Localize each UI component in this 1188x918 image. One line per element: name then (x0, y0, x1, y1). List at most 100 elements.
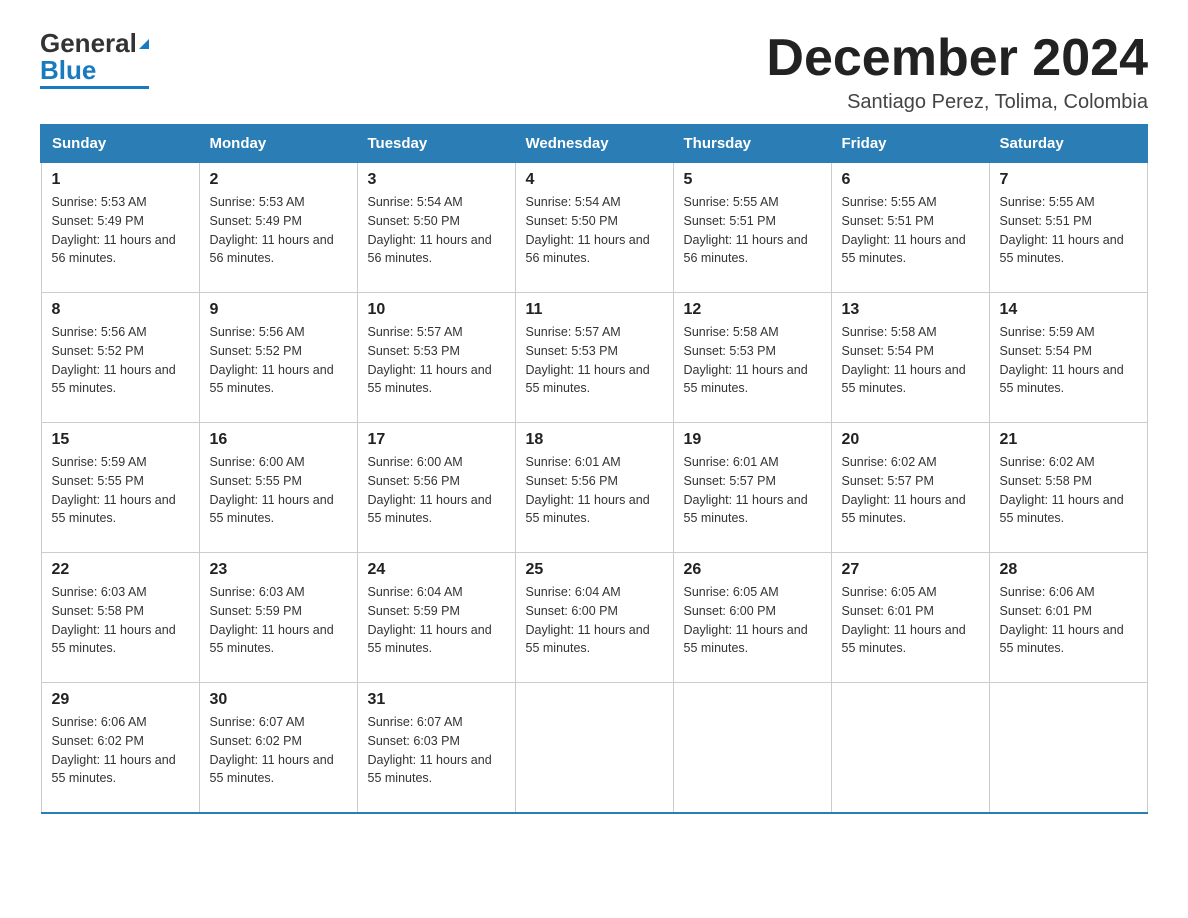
calendar-cell: 5 Sunrise: 5:55 AMSunset: 5:51 PMDayligh… (673, 163, 831, 293)
day-info: Sunrise: 5:56 AMSunset: 5:52 PMDaylight:… (210, 323, 347, 398)
day-info: Sunrise: 5:59 AMSunset: 5:54 PMDaylight:… (1000, 323, 1137, 398)
day-number: 30 (210, 691, 347, 709)
calendar-cell: 11 Sunrise: 5:57 AMSunset: 5:53 PMDaylig… (515, 293, 673, 423)
day-number: 9 (210, 301, 347, 319)
day-number: 22 (52, 561, 189, 579)
calendar-cell: 1 Sunrise: 5:53 AMSunset: 5:49 PMDayligh… (41, 163, 199, 293)
calendar-week-row: 8 Sunrise: 5:56 AMSunset: 5:52 PMDayligh… (41, 293, 1147, 423)
column-header-saturday: Saturday (989, 125, 1147, 163)
calendar-cell: 25 Sunrise: 6:04 AMSunset: 6:00 PMDaylig… (515, 553, 673, 683)
day-info: Sunrise: 5:57 AMSunset: 5:53 PMDaylight:… (526, 323, 663, 398)
calendar-week-row: 22 Sunrise: 6:03 AMSunset: 5:58 PMDaylig… (41, 553, 1147, 683)
calendar-cell: 18 Sunrise: 6:01 AMSunset: 5:56 PMDaylig… (515, 423, 673, 553)
day-info: Sunrise: 5:59 AMSunset: 5:55 PMDaylight:… (52, 453, 189, 528)
day-number: 19 (684, 431, 821, 449)
day-info: Sunrise: 6:02 AMSunset: 5:58 PMDaylight:… (1000, 453, 1137, 528)
day-info: Sunrise: 6:02 AMSunset: 5:57 PMDaylight:… (842, 453, 979, 528)
column-header-thursday: Thursday (673, 125, 831, 163)
calendar-cell: 14 Sunrise: 5:59 AMSunset: 5:54 PMDaylig… (989, 293, 1147, 423)
calendar-week-row: 15 Sunrise: 5:59 AMSunset: 5:55 PMDaylig… (41, 423, 1147, 553)
day-info: Sunrise: 6:01 AMSunset: 5:56 PMDaylight:… (526, 453, 663, 528)
calendar-cell: 15 Sunrise: 5:59 AMSunset: 5:55 PMDaylig… (41, 423, 199, 553)
day-info: Sunrise: 5:55 AMSunset: 5:51 PMDaylight:… (684, 193, 821, 268)
day-number: 25 (526, 561, 663, 579)
column-header-wednesday: Wednesday (515, 125, 673, 163)
day-number: 23 (210, 561, 347, 579)
day-number: 10 (368, 301, 505, 319)
day-number: 20 (842, 431, 979, 449)
logo-underline (40, 86, 149, 89)
day-number: 21 (1000, 431, 1137, 449)
day-info: Sunrise: 6:06 AMSunset: 6:01 PMDaylight:… (1000, 583, 1137, 658)
day-info: Sunrise: 5:58 AMSunset: 5:54 PMDaylight:… (842, 323, 979, 398)
calendar-cell: 28 Sunrise: 6:06 AMSunset: 6:01 PMDaylig… (989, 553, 1147, 683)
day-info: Sunrise: 5:55 AMSunset: 5:51 PMDaylight:… (1000, 193, 1137, 268)
calendar-cell: 23 Sunrise: 6:03 AMSunset: 5:59 PMDaylig… (199, 553, 357, 683)
day-info: Sunrise: 5:55 AMSunset: 5:51 PMDaylight:… (842, 193, 979, 268)
column-header-sunday: Sunday (41, 125, 199, 163)
day-info: Sunrise: 6:03 AMSunset: 5:59 PMDaylight:… (210, 583, 347, 658)
calendar-cell: 13 Sunrise: 5:58 AMSunset: 5:54 PMDaylig… (831, 293, 989, 423)
calendar-cell: 19 Sunrise: 6:01 AMSunset: 5:57 PMDaylig… (673, 423, 831, 553)
calendar-cell: 3 Sunrise: 5:54 AMSunset: 5:50 PMDayligh… (357, 163, 515, 293)
calendar-cell: 6 Sunrise: 5:55 AMSunset: 5:51 PMDayligh… (831, 163, 989, 293)
day-number: 16 (210, 431, 347, 449)
day-info: Sunrise: 5:57 AMSunset: 5:53 PMDaylight:… (368, 323, 505, 398)
calendar-cell (515, 683, 673, 813)
calendar-cell: 8 Sunrise: 5:56 AMSunset: 5:52 PMDayligh… (41, 293, 199, 423)
calendar-cell: 4 Sunrise: 5:54 AMSunset: 5:50 PMDayligh… (515, 163, 673, 293)
day-info: Sunrise: 6:03 AMSunset: 5:58 PMDaylight:… (52, 583, 189, 658)
day-number: 7 (1000, 171, 1137, 189)
day-info: Sunrise: 6:01 AMSunset: 5:57 PMDaylight:… (684, 453, 821, 528)
calendar-cell (989, 683, 1147, 813)
calendar-cell (831, 683, 989, 813)
calendar-cell: 2 Sunrise: 5:53 AMSunset: 5:49 PMDayligh… (199, 163, 357, 293)
day-info: Sunrise: 5:54 AMSunset: 5:50 PMDaylight:… (368, 193, 505, 268)
title-section: December 2024 Santiago Perez, Tolima, Co… (766, 30, 1148, 114)
day-number: 3 (368, 171, 505, 189)
day-info: Sunrise: 6:06 AMSunset: 6:02 PMDaylight:… (52, 713, 189, 788)
calendar-cell: 27 Sunrise: 6:05 AMSunset: 6:01 PMDaylig… (831, 553, 989, 683)
logo-arrow-icon (139, 39, 149, 49)
day-number: 2 (210, 171, 347, 189)
calendar-week-row: 29 Sunrise: 6:06 AMSunset: 6:02 PMDaylig… (41, 683, 1147, 813)
calendar-header-row: SundayMondayTuesdayWednesdayThursdayFrid… (41, 125, 1147, 163)
day-info: Sunrise: 6:05 AMSunset: 6:01 PMDaylight:… (842, 583, 979, 658)
logo: General Blue (40, 30, 149, 89)
calendar-cell: 29 Sunrise: 6:06 AMSunset: 6:02 PMDaylig… (41, 683, 199, 813)
day-number: 17 (368, 431, 505, 449)
day-info: Sunrise: 5:53 AMSunset: 5:49 PMDaylight:… (52, 193, 189, 268)
calendar-cell: 7 Sunrise: 5:55 AMSunset: 5:51 PMDayligh… (989, 163, 1147, 293)
calendar-cell: 26 Sunrise: 6:05 AMSunset: 6:00 PMDaylig… (673, 553, 831, 683)
day-number: 6 (842, 171, 979, 189)
calendar-table: SundayMondayTuesdayWednesdayThursdayFrid… (40, 124, 1148, 814)
day-number: 13 (842, 301, 979, 319)
logo-blue-text: Blue (40, 55, 96, 85)
day-number: 4 (526, 171, 663, 189)
day-number: 12 (684, 301, 821, 319)
calendar-cell: 30 Sunrise: 6:07 AMSunset: 6:02 PMDaylig… (199, 683, 357, 813)
column-header-monday: Monday (199, 125, 357, 163)
calendar-cell: 21 Sunrise: 6:02 AMSunset: 5:58 PMDaylig… (989, 423, 1147, 553)
day-number: 14 (1000, 301, 1137, 319)
calendar-cell: 22 Sunrise: 6:03 AMSunset: 5:58 PMDaylig… (41, 553, 199, 683)
day-number: 11 (526, 301, 663, 319)
logo-general-text: General (40, 28, 137, 58)
location-subtitle: Santiago Perez, Tolima, Colombia (766, 91, 1148, 114)
day-number: 31 (368, 691, 505, 709)
day-number: 27 (842, 561, 979, 579)
day-info: Sunrise: 6:04 AMSunset: 6:00 PMDaylight:… (526, 583, 663, 658)
day-number: 1 (52, 171, 189, 189)
day-info: Sunrise: 6:00 AMSunset: 5:56 PMDaylight:… (368, 453, 505, 528)
column-header-tuesday: Tuesday (357, 125, 515, 163)
day-number: 29 (52, 691, 189, 709)
calendar-cell: 10 Sunrise: 5:57 AMSunset: 5:53 PMDaylig… (357, 293, 515, 423)
calendar-cell (673, 683, 831, 813)
day-info: Sunrise: 6:04 AMSunset: 5:59 PMDaylight:… (368, 583, 505, 658)
day-number: 18 (526, 431, 663, 449)
day-number: 24 (368, 561, 505, 579)
column-header-friday: Friday (831, 125, 989, 163)
calendar-cell: 20 Sunrise: 6:02 AMSunset: 5:57 PMDaylig… (831, 423, 989, 553)
month-title: December 2024 (766, 30, 1148, 87)
day-info: Sunrise: 6:07 AMSunset: 6:03 PMDaylight:… (368, 713, 505, 788)
